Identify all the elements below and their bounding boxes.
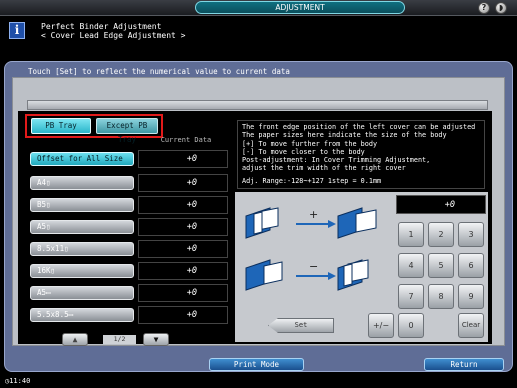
- key-1-button[interactable]: 1: [398, 222, 424, 247]
- info-icon: i: [9, 22, 25, 39]
- description-line: Adj. Range:-128~+127 1step = 0.1mm: [242, 176, 382, 185]
- key-2-button[interactable]: 2: [428, 222, 454, 247]
- clock: ◷11:40: [5, 377, 30, 385]
- book-after-minus-icon: [337, 259, 369, 291]
- size-value: +0: [138, 306, 228, 324]
- close-icon[interactable]: ◗: [495, 2, 507, 14]
- description-line: Post-adjustment: In Cover Trimming Adjus…: [242, 156, 431, 165]
- key-8-button[interactable]: 8: [428, 284, 454, 309]
- size-value: +0: [138, 218, 228, 236]
- description-line: The paper sizes here indicate the size o…: [242, 131, 447, 140]
- size-a5-landscape[interactable]: A5▭: [30, 286, 134, 300]
- page-indicator: 1/2: [103, 335, 136, 344]
- description-line: The front edge position of the left cove…: [242, 123, 476, 131]
- clear-button[interactable]: Clear: [458, 313, 484, 338]
- description-box: The front edge position of the left cove…: [237, 120, 485, 189]
- print-mode-button[interactable]: Print Mode: [209, 358, 304, 371]
- description-line: adjust the trim width of the right cover: [242, 164, 406, 173]
- key-4-button[interactable]: 4: [398, 253, 424, 278]
- size-value: +0: [138, 174, 228, 192]
- tab-except-pb-tray[interactable]: Except PB Tray: [96, 118, 158, 144]
- clock-time: 11:40: [9, 377, 31, 385]
- content-header-bar: [27, 100, 488, 110]
- window-title: ADJUSTMENT: [195, 1, 405, 14]
- page-up-button[interactable]: ▲: [62, 333, 88, 346]
- key-5-button[interactable]: 5: [428, 253, 454, 278]
- size-a4-portrait[interactable]: A4▯: [30, 176, 134, 190]
- adjustment-diagram: + −: [245, 207, 377, 291]
- key-3-button[interactable]: 3: [458, 222, 484, 247]
- key-0-button[interactable]: 0: [398, 313, 424, 338]
- size-letter-portrait[interactable]: 8.5x11▯: [30, 242, 134, 256]
- size-b5-portrait[interactable]: B5▯: [30, 198, 134, 212]
- book-before-minus-icon: [245, 259, 283, 291]
- title-line-2: < Cover Lead Edge Adjustment >: [41, 31, 186, 40]
- value-input-display: +0: [396, 195, 486, 214]
- title-line-1: Perfect Binder Adjustment: [41, 22, 162, 31]
- size-value: +0: [138, 196, 228, 214]
- size-16k-portrait[interactable]: 16K▯: [30, 264, 134, 278]
- size-value: +0: [138, 240, 228, 258]
- size-a5-portrait[interactable]: A5▯: [30, 220, 134, 234]
- instruction-text: Touch [Set] to reflect the numerical val…: [28, 67, 290, 76]
- key-9-button[interactable]: 9: [458, 284, 484, 309]
- description-line: [+] To move further from the body: [242, 139, 378, 148]
- minus-sign: −: [309, 260, 318, 273]
- help-icon[interactable]: ?: [478, 2, 490, 14]
- size-offset-all[interactable]: Offset for All Size: [30, 152, 134, 166]
- description-line: [-] To move closer to the body: [242, 147, 365, 156]
- book-after-plus-icon: [337, 207, 377, 239]
- plus-minus-button[interactable]: +/−: [368, 313, 394, 338]
- plus-sign: +: [309, 208, 318, 221]
- key-7-button[interactable]: 7: [398, 284, 424, 309]
- page-down-button[interactable]: ▼: [143, 333, 169, 346]
- current-data-label: Current Data: [160, 136, 212, 144]
- tab-pb-tray[interactable]: PB Tray: [31, 118, 91, 134]
- status-bar: [0, 375, 517, 388]
- size-statement-landscape[interactable]: 5.5x8.5▭: [30, 308, 134, 322]
- size-value: +0: [138, 284, 228, 302]
- page-title: Perfect Binder Adjustment < Cover Lead E…: [41, 22, 186, 40]
- return-button[interactable]: Return: [424, 358, 504, 371]
- size-value: +0: [138, 150, 228, 168]
- book-before-plus-icon: [245, 207, 279, 239]
- key-6-button[interactable]: 6: [458, 253, 484, 278]
- size-value: +0: [138, 262, 228, 280]
- set-button[interactable]: Set: [268, 318, 334, 333]
